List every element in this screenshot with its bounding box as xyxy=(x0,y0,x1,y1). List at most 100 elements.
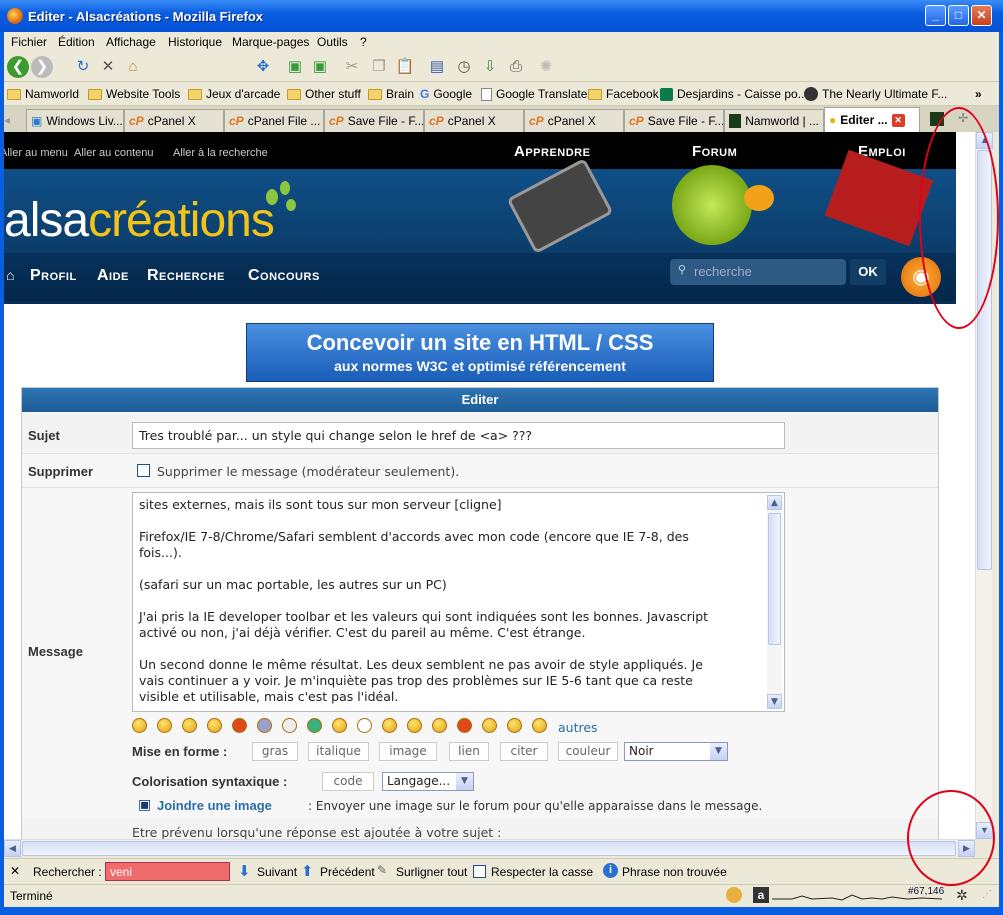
search-ok-button[interactable]: OK xyxy=(850,259,886,285)
close-window-button[interactable]: ✕ xyxy=(971,5,992,26)
bookmarks-icon[interactable]: ▤ xyxy=(426,56,448,78)
highlight-all-button[interactable]: Surligner tout xyxy=(396,865,467,879)
menu-help[interactable]: ? xyxy=(360,35,367,49)
nav-concours[interactable]: Concours xyxy=(248,267,320,285)
forward-icon[interactable]: ❯ xyxy=(31,56,53,78)
bug-icon[interactable]: ✲ xyxy=(956,887,968,904)
downloads-icon[interactable]: ⇩ xyxy=(479,56,501,78)
bookmark-facebook[interactable]: Facebook xyxy=(588,86,659,102)
quote-button[interactable]: citer xyxy=(500,742,548,761)
tab-save-file-2[interactable]: cP Save File - F... xyxy=(624,109,724,132)
color-button[interactable]: couleur xyxy=(558,742,618,761)
message-textarea[interactable]: sites externes, mais ils sont tous sur m… xyxy=(132,492,785,712)
history-icon[interactable]: ◷ xyxy=(453,56,475,78)
bookmark-google[interactable]: G Google xyxy=(420,86,472,102)
tab-editer[interactable]: ● Editer ... ✕ xyxy=(824,107,920,132)
tongue-smiley-icon[interactable] xyxy=(457,718,472,733)
tab-cpanel-file[interactable]: cP cPanel File ... xyxy=(224,109,324,132)
bookmark-website-tools[interactable]: Website Tools xyxy=(88,86,180,102)
menu-fichier[interactable]: Fichier xyxy=(11,35,47,49)
smiley-icon[interactable] xyxy=(432,718,447,733)
smiley-icon[interactable] xyxy=(332,718,347,733)
bookmark-nearly-ultimate[interactable]: The Nearly Ultimate F... xyxy=(804,86,947,102)
textarea-scroll-thumb[interactable] xyxy=(768,513,781,645)
addon-face-icon[interactable] xyxy=(726,887,742,903)
tab-namworld[interactable]: Namworld | ... xyxy=(724,109,824,132)
skip-to-menu-link[interactable]: Aller au menu xyxy=(4,147,68,159)
nav-apprendre[interactable]: Apprendre xyxy=(514,143,590,160)
copy-icon[interactable]: ❐ xyxy=(368,56,390,78)
tab-scroll-left-icon[interactable]: ◂ xyxy=(4,113,10,127)
smiley-icon[interactable] xyxy=(507,718,522,733)
bookmark-jeux-arcade[interactable]: Jeux d'arcade xyxy=(188,86,280,102)
print-icon[interactable]: ⎙ xyxy=(505,56,527,78)
attach-image-link[interactable]: Joindre une image xyxy=(157,798,272,813)
nav-forum[interactable]: Forum xyxy=(692,143,737,160)
home-icon[interactable]: ⌂ xyxy=(122,56,144,78)
bold-button[interactable]: gras xyxy=(252,742,298,761)
smiley-icon[interactable] xyxy=(407,718,422,733)
italic-button[interactable]: italique xyxy=(308,742,369,761)
smiley-icon[interactable] xyxy=(182,718,197,733)
menu-edition[interactable]: Édition xyxy=(58,35,95,49)
home-icon[interactable]: ⌂ xyxy=(6,267,14,283)
reload-icon[interactable]: ↻ xyxy=(72,56,94,78)
nav-aide[interactable]: Aide xyxy=(97,267,129,285)
tab-cpanel-2[interactable]: cP cPanel X xyxy=(424,109,524,132)
textarea-scrollbar[interactable]: ▲ ▼ xyxy=(767,495,782,709)
alexa-icon[interactable]: a xyxy=(753,887,769,903)
paste-icon[interactable]: 📋 xyxy=(394,56,416,78)
find-next-button[interactable]: Suivant xyxy=(257,865,297,879)
maximize-button[interactable]: □ xyxy=(948,5,969,26)
smiley-icon[interactable] xyxy=(482,718,497,733)
skip-to-content-link[interactable]: Aller au contenu xyxy=(74,147,154,159)
smiley-icon[interactable] xyxy=(132,718,147,733)
panda-smiley-icon[interactable] xyxy=(357,718,372,733)
cut-icon[interactable]: ✂ xyxy=(341,56,363,78)
smiley-icon[interactable] xyxy=(382,718,397,733)
textarea-scroll-up-icon[interactable]: ▲ xyxy=(767,495,782,510)
skip-to-search-link[interactable]: Aller à la recherche xyxy=(173,147,268,159)
link-button[interactable]: lien xyxy=(449,742,489,761)
nav-profil[interactable]: Profil xyxy=(30,267,77,285)
add-bookmark-icon[interactable]: ▣ xyxy=(284,56,306,78)
sad-smiley-icon[interactable] xyxy=(257,718,272,733)
close-findbar-icon[interactable]: ✕ xyxy=(10,864,20,878)
site-logo[interactable]: alsacréations xyxy=(4,193,275,248)
nav-recherche[interactable]: Recherche xyxy=(147,267,225,285)
back-icon[interactable]: ❮ xyxy=(7,56,29,78)
resize-grip-icon[interactable]: ⋰ xyxy=(982,889,992,900)
site-search-input[interactable]: ⚲ recherche xyxy=(670,259,846,285)
scroll-left-icon[interactable]: ◀ xyxy=(4,840,21,857)
page-hscroll-thumb[interactable] xyxy=(22,841,956,856)
bookmark-brain[interactable]: Brain xyxy=(368,86,414,102)
zoom-icon[interactable]: ✥ xyxy=(252,56,274,78)
tab-save-file-1[interactable]: cP Save File - F... xyxy=(324,109,424,132)
find-input[interactable]: veni xyxy=(105,862,230,881)
color-select[interactable]: Noir ▼ xyxy=(624,742,728,761)
add-tab-icon[interactable]: ▣ xyxy=(309,56,331,78)
smiley-icon[interactable] xyxy=(157,718,172,733)
language-select[interactable]: Langage... ▼ xyxy=(382,772,474,791)
code-button[interactable]: code xyxy=(322,772,374,791)
menu-outils[interactable]: Outils xyxy=(317,35,348,49)
menu-affichage[interactable]: Affichage xyxy=(106,35,156,49)
eyes-smiley-icon[interactable] xyxy=(282,718,297,733)
sick-smiley-icon[interactable] xyxy=(307,718,322,733)
bookmarks-overflow-icon[interactable]: » xyxy=(975,86,982,102)
smiley-icon[interactable] xyxy=(207,718,222,733)
page-horizontal-scrollbar[interactable]: ◀ ▶ xyxy=(4,839,975,857)
subject-input[interactable]: Tres troublé par... un style qui change … xyxy=(132,422,785,449)
menu-marque-pages[interactable]: Marque-pages xyxy=(232,35,309,49)
tab-cpanel-3[interactable]: cP cPanel X xyxy=(524,109,624,132)
bookmark-desjardins[interactable]: Desjardins - Caisse po... xyxy=(660,86,808,102)
bookmark-namworld[interactable]: Namworld xyxy=(7,86,79,102)
delete-checkbox[interactable] xyxy=(137,464,150,477)
tab-windows-live[interactable]: ▣ Windows Liv... xyxy=(26,109,124,132)
textarea-scroll-down-icon[interactable]: ▼ xyxy=(767,694,782,709)
image-button[interactable]: image xyxy=(379,742,437,761)
smiley-icon[interactable] xyxy=(532,718,547,733)
ad-banner[interactable]: Concevoir un site en HTML / CSS aux norm… xyxy=(246,323,714,382)
match-case-checkbox[interactable] xyxy=(473,865,486,878)
angry-smiley-icon[interactable] xyxy=(232,718,247,733)
